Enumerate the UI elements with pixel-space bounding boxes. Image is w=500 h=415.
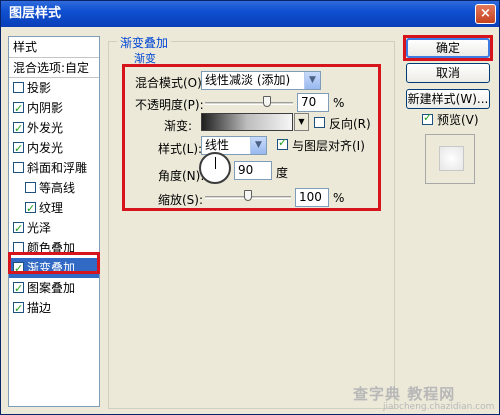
reverse-checkbox[interactable] — [314, 117, 325, 128]
opacity-slider-thumb[interactable] — [262, 96, 271, 107]
window-title: 图层样式 — [9, 6, 62, 21]
style-checkbox[interactable] — [13, 299, 24, 319]
scale-label: 缩放(S): — [158, 193, 204, 207]
style-checkbox[interactable] — [13, 279, 24, 299]
close-button[interactable]: × — [475, 4, 496, 24]
angle-input[interactable]: 90 — [234, 161, 272, 180]
opacity-label: 不透明度(P): — [135, 98, 204, 112]
title-bar: 图层样式 × — [1, 1, 499, 27]
style-list-label: 描边 — [27, 301, 52, 315]
blend-options-item[interactable]: 混合选项:自定 — [9, 58, 99, 78]
blend-mode-value: 线性减淡 (添加) — [205, 73, 291, 87]
style-list-item[interactable]: 外发光 — [9, 118, 99, 139]
style-list-label: 内发光 — [27, 141, 64, 155]
preview-swatch — [439, 146, 464, 171]
style-checkbox[interactable] — [13, 119, 24, 139]
style-label: 样式(L): — [158, 142, 203, 156]
selected-item-highlight — [8, 252, 100, 274]
style-list-item[interactable]: 光泽 — [9, 218, 99, 239]
style-list-header[interactable]: 样式 — [9, 37, 99, 58]
style-list-item[interactable]: 投影 — [9, 78, 99, 98]
style-list-label: 等高线 — [39, 181, 76, 195]
style-checkbox[interactable] — [13, 219, 24, 239]
style-list-label: 投影 — [27, 81, 52, 95]
style-list-item[interactable]: 图案叠加 — [9, 278, 99, 299]
scale-unit: % — [333, 191, 345, 205]
style-list-item[interactable]: 内发光 — [9, 138, 99, 159]
style-list-label: 纹理 — [39, 201, 64, 215]
style-list: 样式 混合选项:自定 投影内阴影外发光内发光斜面和浮雕等高线纹理光泽颜色叠加渐变… — [8, 36, 100, 407]
layer-style-dialog: 图层样式 × 样式 混合选项:自定 投影内阴影外发光内发光斜面和浮雕等高线纹理光… — [0, 0, 500, 415]
gradient-label: 渐变: — [164, 119, 193, 133]
scale-input[interactable]: 100 — [295, 188, 329, 207]
style-list-item[interactable]: 等高线 — [9, 178, 99, 198]
style-checkbox[interactable] — [13, 99, 24, 119]
style-preview-thumbnail — [425, 134, 475, 184]
style-checkbox[interactable] — [13, 139, 24, 159]
style-list-item[interactable]: 斜面和浮雕 — [9, 158, 99, 178]
preview-checkbox[interactable] — [422, 111, 433, 125]
reverse-label: 反向(R) — [329, 117, 371, 131]
watermark: 查字典 教程网 — [353, 385, 456, 403]
preview-label: 预览(V) — [437, 113, 479, 127]
style-list-item[interactable]: 描边 — [9, 298, 99, 319]
chevron-down-icon[interactable]: ▼ — [250, 137, 266, 154]
watermark-url: jiaocheng.chazidian.com — [383, 402, 495, 412]
align-with-layer-checkbox[interactable] — [277, 136, 288, 150]
opacity-slider[interactable] — [205, 102, 293, 105]
style-list-label: 图案叠加 — [27, 281, 76, 295]
style-checkbox[interactable] — [13, 82, 24, 93]
style-value: 线性 — [205, 138, 230, 152]
new-style-button[interactable]: 新建样式(W)... — [406, 89, 490, 109]
style-list-label: 光泽 — [27, 221, 52, 235]
group-title: 渐变叠加 — [117, 34, 172, 51]
gradient-preview[interactable] — [201, 113, 293, 131]
opacity-unit: % — [333, 96, 345, 110]
align-with-layer-label: 与图层对齐(I) — [292, 139, 365, 153]
opacity-input[interactable]: 70 — [297, 93, 329, 112]
style-list-label: 外发光 — [27, 121, 64, 135]
chevron-down-icon[interactable]: ▼ — [304, 72, 320, 89]
style-list-item[interactable]: 纹理 — [9, 198, 99, 219]
blend-mode-label: 混合模式(O): — [135, 76, 206, 90]
style-checkbox[interactable] — [13, 162, 24, 173]
angle-dial[interactable] — [199, 152, 231, 184]
gradient-dropdown-arrow[interactable]: ▼ — [294, 113, 309, 131]
angle-label: 角度(N): — [158, 169, 205, 183]
style-checkbox[interactable] — [25, 199, 36, 219]
blend-mode-select[interactable]: 线性减淡 (添加) ▼ — [201, 71, 321, 90]
ok-button-highlight — [403, 35, 493, 61]
cancel-button[interactable]: 取消 — [406, 63, 490, 83]
style-list-item[interactable]: 内阴影 — [9, 98, 99, 119]
style-list-label: 斜面和浮雕 — [27, 161, 88, 175]
scale-slider-thumb[interactable] — [244, 190, 252, 201]
style-checkbox[interactable] — [25, 182, 36, 193]
angle-dial-needle — [215, 157, 216, 169]
style-list-label: 内阴影 — [27, 101, 64, 115]
angle-unit: 度 — [276, 166, 289, 180]
